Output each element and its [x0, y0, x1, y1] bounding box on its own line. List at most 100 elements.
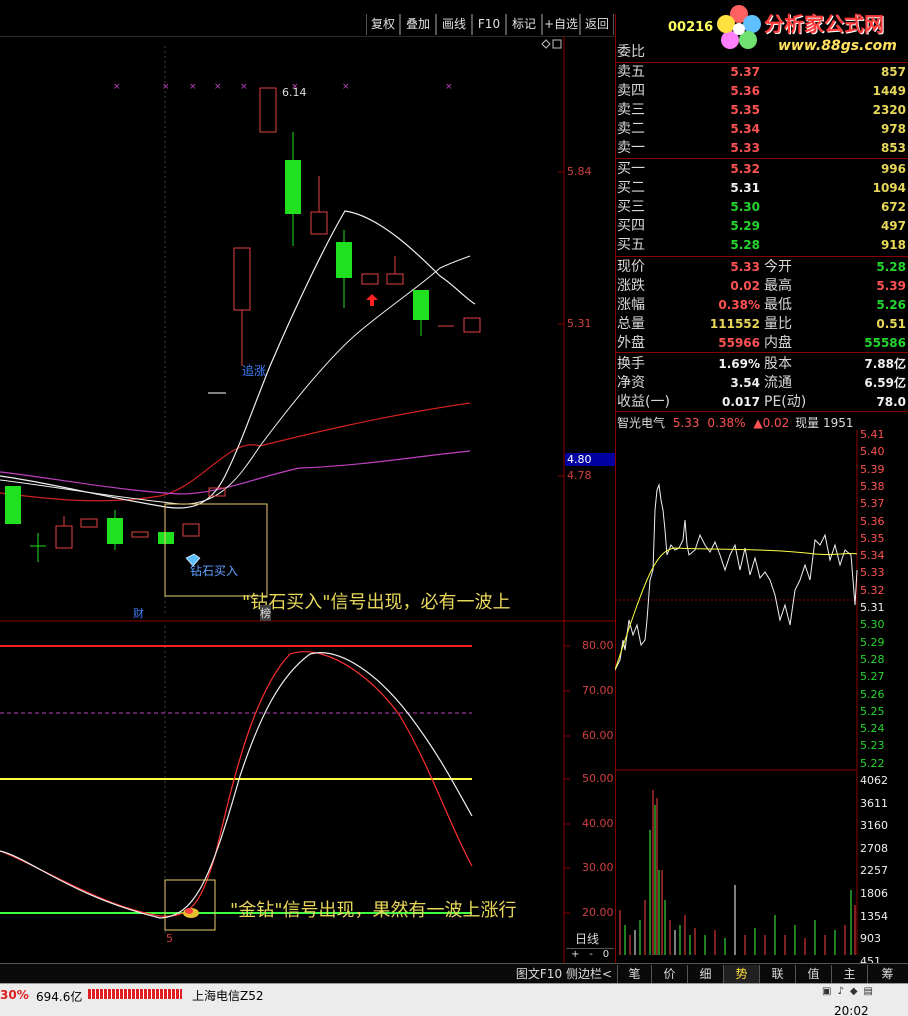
- zoom-controls[interactable]: + -0: [566, 948, 614, 962]
- ind-axis-50: 50.00: [582, 772, 614, 785]
- quote-value: 7.88亿: [864, 357, 906, 371]
- intraday-pct: 0.38%: [707, 416, 746, 430]
- svg-text:×: ×: [162, 82, 170, 92]
- caption-diamond: "钻石买入"信号出现，必有一波上: [242, 592, 511, 613]
- intraday-name: 智光电气: [617, 416, 666, 430]
- diamond-buy-label: 钻石买入: [190, 564, 239, 578]
- quote-value: 55586: [864, 336, 906, 350]
- sell-level-price: 5.37: [730, 65, 760, 79]
- chase-label: 追涨: [242, 364, 267, 378]
- svg-text:×: ×: [214, 82, 222, 92]
- overlay-button[interactable]: 叠加: [400, 14, 436, 35]
- intraday-price: 5.33: [672, 416, 700, 430]
- ind-axis-40: 40.00: [582, 817, 614, 830]
- axis-label-478: 4.78: [567, 469, 592, 482]
- price-axis-tick: 5.37: [860, 497, 885, 511]
- tab-f10[interactable]: 图文F10: [515, 965, 563, 983]
- price-axis-tick: 5.38: [860, 479, 885, 493]
- tab-xi[interactable]: 细: [687, 965, 723, 983]
- quote-value: 5.28: [876, 260, 906, 274]
- ime-icon[interactable]: ▤: [864, 986, 873, 1000]
- sell-level-label: 卖一: [617, 140, 645, 156]
- volume-bars: [619, 790, 856, 955]
- price-axis-tick: 5.39: [860, 462, 885, 476]
- period-label[interactable]: 日线: [575, 930, 599, 947]
- buy-level-label: 买五: [617, 237, 645, 253]
- status-bar: [0, 983, 908, 1016]
- logo-url: www.88gs.com: [778, 38, 897, 54]
- ind-axis-30: 30.00: [582, 861, 614, 874]
- market-breadth-bar: [88, 989, 182, 999]
- zoom-reset-icon[interactable]: 0: [603, 949, 609, 962]
- quote-value: 6.59亿: [864, 376, 906, 390]
- network-icon[interactable]: ▣: [822, 986, 831, 1000]
- quote-label: 内盘: [764, 335, 792, 351]
- quote-label: 最低: [764, 297, 792, 313]
- price-axis-tick: 5.36: [860, 514, 885, 528]
- quote-label: 涨幅: [617, 297, 645, 313]
- fuquan-button[interactable]: 复权: [366, 14, 400, 35]
- quote-value: 0.38%: [718, 298, 760, 312]
- sell-level-label: 卖三: [617, 102, 645, 118]
- sell-level-volume: 2320: [872, 103, 906, 117]
- quote-label: 流通: [764, 375, 792, 391]
- volume-axis-tick: 1354: [860, 909, 888, 923]
- draw-line-button[interactable]: 画线: [436, 14, 472, 35]
- tab-zhi[interactable]: 值: [795, 965, 831, 983]
- quote-value: 5.33: [730, 260, 760, 274]
- f10-button[interactable]: F10: [472, 14, 506, 35]
- tab-bi[interactable]: 笔: [617, 965, 651, 983]
- ratio-label: 委比: [617, 44, 645, 60]
- add-favorite-button[interactable]: +自选: [542, 14, 580, 35]
- tab-shi[interactable]: 势: [723, 965, 759, 983]
- quote-label: 股本: [764, 356, 792, 372]
- axis-label-531: 5.31: [567, 317, 592, 330]
- volume-axis-tick: 903: [860, 932, 881, 946]
- zoom-out-icon[interactable]: -: [589, 949, 593, 962]
- back-button[interactable]: 返回: [580, 14, 614, 35]
- tab-sidebar[interactable]: 侧边栏<: [563, 965, 615, 983]
- zoom-in-icon[interactable]: +: [571, 949, 579, 962]
- axis-label-584: 5.84: [567, 165, 592, 178]
- sell-level-volume: 853: [880, 141, 906, 155]
- quote-label: 外盘: [617, 335, 645, 351]
- price-axis-tick: 5.35: [860, 531, 885, 545]
- stock-code: 00216: [668, 20, 714, 35]
- price-axis-tick: 5.22: [860, 756, 885, 770]
- clock: 20:02: [834, 1004, 869, 1016]
- ind-axis-60: 60.00: [582, 729, 614, 742]
- price-axis-tick: 5.33: [860, 566, 885, 580]
- sell-level-price: 5.33: [730, 141, 760, 155]
- svg-text:×: ×: [342, 82, 350, 92]
- high-label: 6.14: [282, 86, 307, 99]
- quote-label: 换手: [617, 356, 645, 372]
- price-axis-tick: 5.26: [860, 687, 885, 701]
- quote-label: 收益(一): [617, 394, 670, 410]
- price-axis-tick: 5.27: [860, 670, 885, 684]
- tab-chou[interactable]: 筹: [867, 965, 907, 983]
- quote-value: 55966: [718, 336, 760, 350]
- volume-axis-tick: 3160: [860, 819, 888, 833]
- flower-logo-icon: [717, 5, 761, 49]
- quote-label: 今开: [764, 259, 792, 275]
- quote-label: 总量: [617, 316, 645, 332]
- price-axis-tick: 5.24: [860, 722, 885, 736]
- buy-level-label: 买三: [617, 199, 645, 215]
- volume-axis-tick: 2257: [860, 864, 888, 878]
- volume-axis-tick: 4062: [860, 774, 888, 787]
- svg-text:×: ×: [445, 82, 453, 92]
- tab-zhu[interactable]: 主: [831, 965, 867, 983]
- security-icon[interactable]: ◆: [850, 986, 858, 1000]
- mark-button[interactable]: 标记: [506, 14, 542, 35]
- volume-axis-tick: 2708: [860, 841, 888, 855]
- sell-level-volume: 857: [880, 65, 906, 79]
- price-axis-tick: 5.41: [860, 428, 885, 441]
- volume-icon[interactable]: ♪: [837, 986, 843, 1000]
- tab-jia[interactable]: 价: [651, 965, 687, 983]
- buy-level-price: 5.29: [730, 219, 760, 233]
- quote-value: 5.39: [876, 279, 906, 293]
- buy-level-price: 5.32: [730, 162, 760, 176]
- quote-value: 0.51: [876, 317, 906, 331]
- ind-axis-20: 20.00: [582, 906, 614, 919]
- tab-lian[interactable]: 联: [759, 965, 795, 983]
